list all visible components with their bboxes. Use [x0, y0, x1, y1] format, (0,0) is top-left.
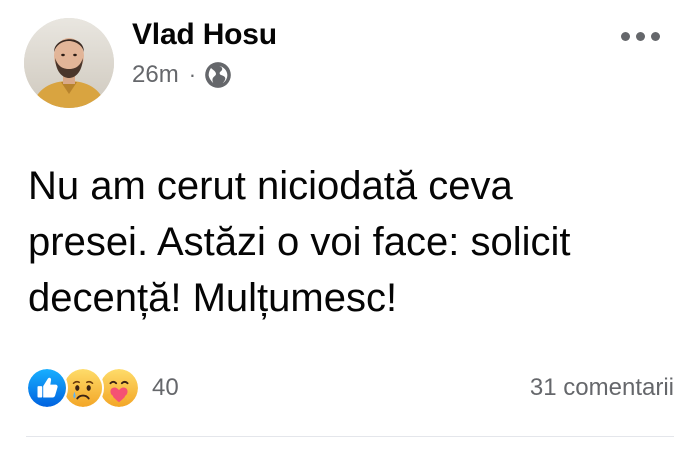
- facebook-post: Vlad Hosu 26m · Nu am cerut niciodată ce…: [0, 0, 700, 450]
- like-reaction-icon: [26, 367, 68, 409]
- avatar-photo: [24, 18, 114, 108]
- comments-count-link[interactable]: 31 comentarii: [530, 374, 674, 402]
- post-text-line: Nu am cerut niciodată ceva: [28, 164, 513, 208]
- more-options-button[interactable]: [616, 22, 664, 50]
- author-name[interactable]: Vlad Hosu: [132, 18, 277, 52]
- divider: [26, 436, 674, 437]
- sad-reaction-icon: [62, 367, 104, 409]
- globe-icon: [205, 62, 231, 88]
- more-options-icon-dot: [635, 31, 645, 41]
- post-timestamp[interactable]: 26m: [132, 61, 179, 89]
- reaction-count: 40: [152, 374, 179, 401]
- more-options-icon: [620, 31, 630, 41]
- meta-separator: ·: [188, 62, 197, 87]
- more-options-icon-dot: [650, 31, 660, 41]
- post-text-line: decență! Mulțumesc!: [28, 276, 398, 320]
- reactions-summary[interactable]: 40: [26, 367, 179, 409]
- author-avatar[interactable]: [24, 18, 114, 108]
- post-text-line: presei. Astăzi o voi face: solicit: [28, 220, 571, 264]
- post-meta: 26m ·: [132, 60, 232, 90]
- care-reaction-icon: [98, 367, 140, 409]
- post-text: Nu am cerut niciodată ceva presei. Astăz…: [28, 158, 678, 326]
